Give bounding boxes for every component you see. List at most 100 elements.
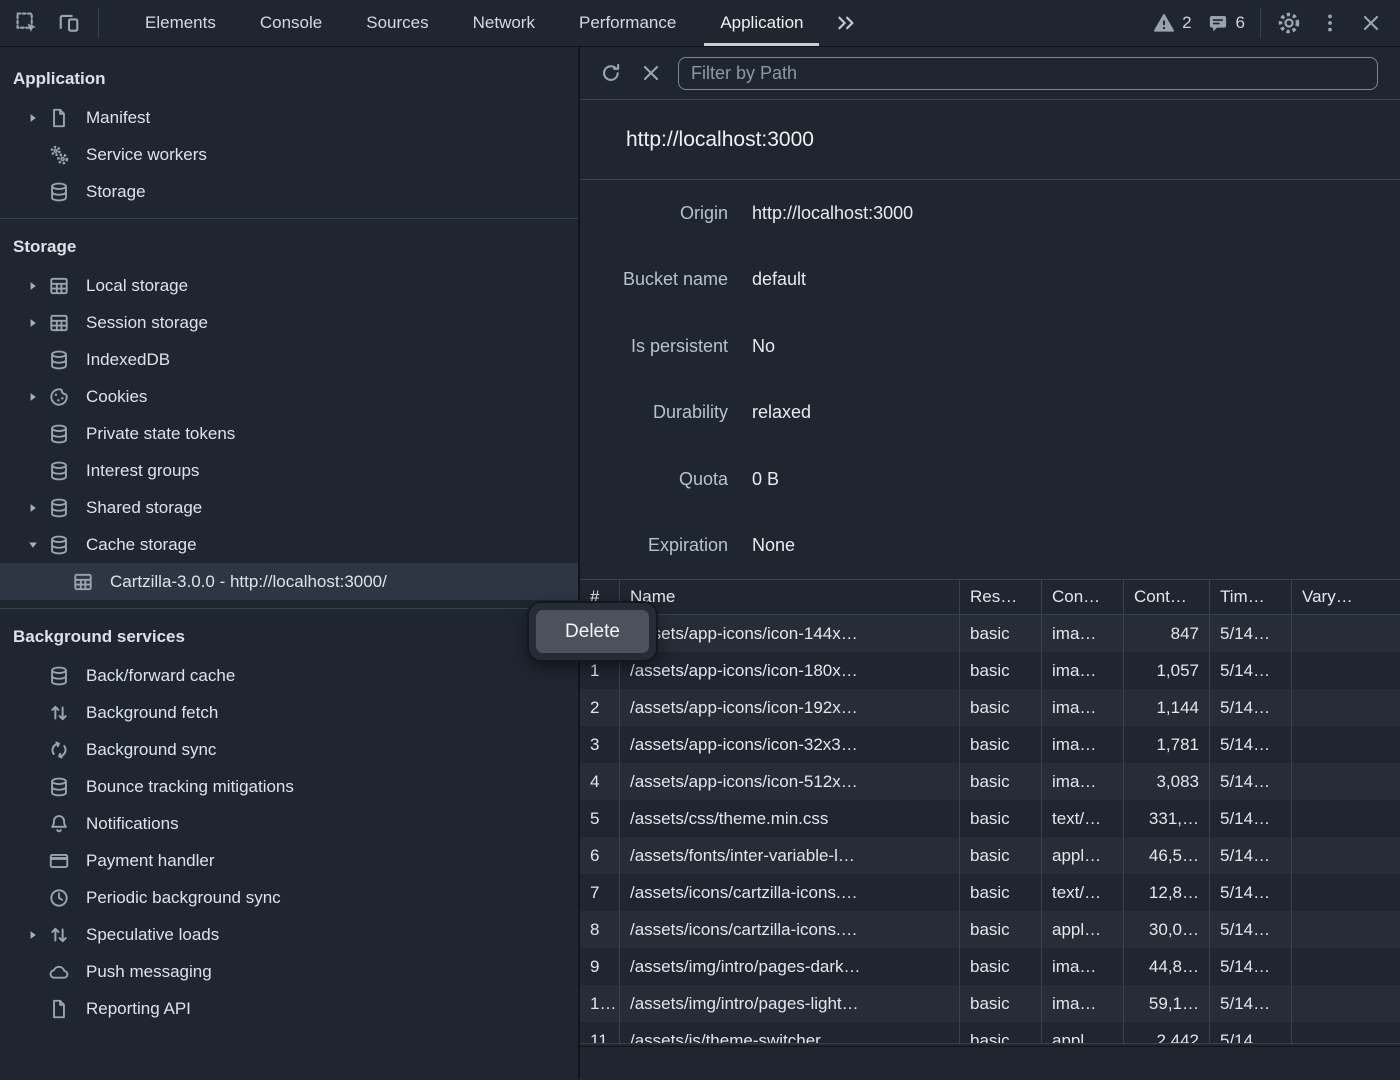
clear-icon[interactable] [638,60,664,86]
column-header-name[interactable]: Name [620,580,960,614]
devtools-tabbar: Elements Console Sources Network Perform… [0,0,1400,47]
expander-icon[interactable] [26,111,40,125]
cell-name: /assets/css/theme.min.css [620,800,960,837]
sync-arrows-icon [48,739,70,761]
table-row[interactable]: 7 /assets/icons/cartzilla-icons.… basic … [580,874,1400,911]
close-icon[interactable] [1358,10,1384,36]
tab-elements[interactable]: Elements [123,0,238,46]
cell-name: /assets/img/intro/pages-dark… [620,948,960,985]
table-row[interactable]: 6 /assets/fonts/inter-variable-l… basic … [580,837,1400,874]
cloud-icon [48,961,70,983]
table-row[interactable]: 0 /assets/app-icons/icon-144x… basic ima… [580,615,1400,652]
column-header-response-type[interactable]: Res… [960,580,1042,614]
sidebar-item-bounce-tracking-mitigations[interactable]: Bounce tracking mitigations [0,768,578,805]
up-down-arrows-icon [48,702,70,724]
table-row[interactable]: 3 /assets/app-icons/icon-32x3… basic ima… [580,726,1400,763]
cell-vary [1292,948,1400,985]
cell-time-cached: 5/14… [1210,652,1292,689]
cell-content-type: appl… [1042,837,1124,874]
sidebar-item-cache-storage[interactable]: Cache storage [0,526,578,563]
table-row[interactable]: 8 /assets/icons/cartzilla-icons.… basic … [580,911,1400,948]
table-row[interactable]: 4 /assets/app-icons/icon-512x… basic ima… [580,763,1400,800]
sidebar-item-indexeddb[interactable]: IndexedDB [0,341,578,378]
more-tabs-icon[interactable] [825,0,867,46]
sidebar-item-background-fetch[interactable]: Background fetch [0,694,578,731]
column-header-time-cached[interactable]: Tim… [1210,580,1292,614]
context-menu-item-delete[interactable]: Delete [536,610,649,653]
device-toolbar-icon[interactable] [56,10,82,36]
table-row[interactable]: 5 /assets/css/theme.min.css basic text/…… [580,800,1400,837]
detail-label: Durability [580,402,728,423]
cell-index: 5 [580,800,620,837]
sidebar-item-service-workers[interactable]: Service workers [0,136,578,173]
filter-by-path-input[interactable] [678,57,1378,90]
tab-label: Performance [579,13,676,33]
sidebar-item-manifest[interactable]: Manifest [0,99,578,136]
cell-content-length: 30,0… [1124,911,1210,948]
sidebar-item-local-storage[interactable]: Local storage [0,267,578,304]
detail-value: default [752,269,806,290]
console-messages-indicator[interactable]: 6 [1207,12,1245,34]
cell-time-cached: 5/14… [1210,985,1292,1022]
sidebar-item-background-sync[interactable]: Background sync [0,731,578,768]
sidebar-item-speculative-loads[interactable]: Speculative loads [0,916,578,953]
sidebar-item-notifications[interactable]: Notifications [0,805,578,842]
table-row-clipped[interactable]: 11 /assets/js/theme-switcher… basic appl… [580,1022,1400,1043]
warning-count: 2 [1182,13,1191,33]
kebab-menu-icon[interactable] [1317,10,1343,36]
table-row[interactable]: 9 /assets/img/intro/pages-dark… basic im… [580,948,1400,985]
expander-icon[interactable] [26,501,40,515]
sidebar-item-reporting-api[interactable]: Reporting API [0,990,578,1027]
cell-response-type: basic [960,837,1042,874]
table-row[interactable]: 1 /assets/app-icons/icon-180x… basic ima… [580,652,1400,689]
tab-network[interactable]: Network [451,0,557,46]
detail-row-origin: Origin http://localhost:3000 [580,180,1400,247]
inspect-element-icon[interactable] [14,10,40,36]
cell-name: /assets/app-icons/icon-144x… [620,615,960,652]
collapse-icon[interactable] [26,538,40,552]
sidebar-item-private-state-tokens[interactable]: Private state tokens [0,415,578,452]
cell-response-type: basic [960,874,1042,911]
cell-time-cached: 5/14… [1210,726,1292,763]
sidebar-item-cartzilla-cache[interactable]: Cartzilla-3.0.0 - http://localhost:3000/ [0,563,578,600]
preview-footer [580,1046,1400,1079]
cell-name: /assets/icons/cartzilla-icons.… [620,911,960,948]
sidebar-item-label: Cache storage [86,535,197,555]
sidebar-item-label: Push messaging [86,962,212,982]
cell-index: 2 [580,689,620,726]
cell-name: /assets/app-icons/icon-180x… [620,652,960,689]
sidebar-item-cookies[interactable]: Cookies [0,378,578,415]
warnings-indicator[interactable]: 2 [1153,12,1191,34]
column-header-vary[interactable]: Vary… [1292,580,1400,614]
cell-response-type: basic [960,1022,1042,1043]
tab-console[interactable]: Console [238,0,344,46]
sidebar-item-back-forward-cache[interactable]: Back/forward cache [0,657,578,694]
table-row[interactable]: 2 /assets/app-icons/icon-192x… basic ima… [580,689,1400,726]
detail-row-durability: Durability relaxed [580,380,1400,447]
column-header-content-length[interactable]: Cont… [1124,580,1210,614]
expander-icon[interactable] [26,390,40,404]
table-row[interactable]: 1… /assets/img/intro/pages-light… basic … [580,985,1400,1022]
cell-content-type: ima… [1042,763,1124,800]
sidebar-item-payment-handler[interactable]: Payment handler [0,842,578,879]
sidebar-item-push-messaging[interactable]: Push messaging [0,953,578,990]
expander-icon[interactable] [26,279,40,293]
sidebar-item-interest-groups[interactable]: Interest groups [0,452,578,489]
expander-icon[interactable] [26,316,40,330]
sidebar-item-shared-storage[interactable]: Shared storage [0,489,578,526]
refresh-icon[interactable] [598,60,624,86]
cell-content-type: text/… [1042,874,1124,911]
sidebar-item-session-storage[interactable]: Session storage [0,304,578,341]
sidebar-item-periodic-background-sync[interactable]: Periodic background sync [0,879,578,916]
expander-icon[interactable] [26,928,40,942]
settings-gear-icon[interactable] [1276,10,1302,36]
up-down-arrows-icon [48,924,70,946]
tab-performance[interactable]: Performance [557,0,698,46]
cell-response-type: basic [960,615,1042,652]
cell-name: /assets/app-icons/icon-192x… [620,689,960,726]
sidebar-item-storage[interactable]: Storage [0,173,578,210]
tab-sources[interactable]: Sources [344,0,450,46]
tab-application[interactable]: Application [698,0,825,46]
column-header-content-type[interactable]: Con… [1042,580,1124,614]
cell-vary [1292,1022,1400,1043]
